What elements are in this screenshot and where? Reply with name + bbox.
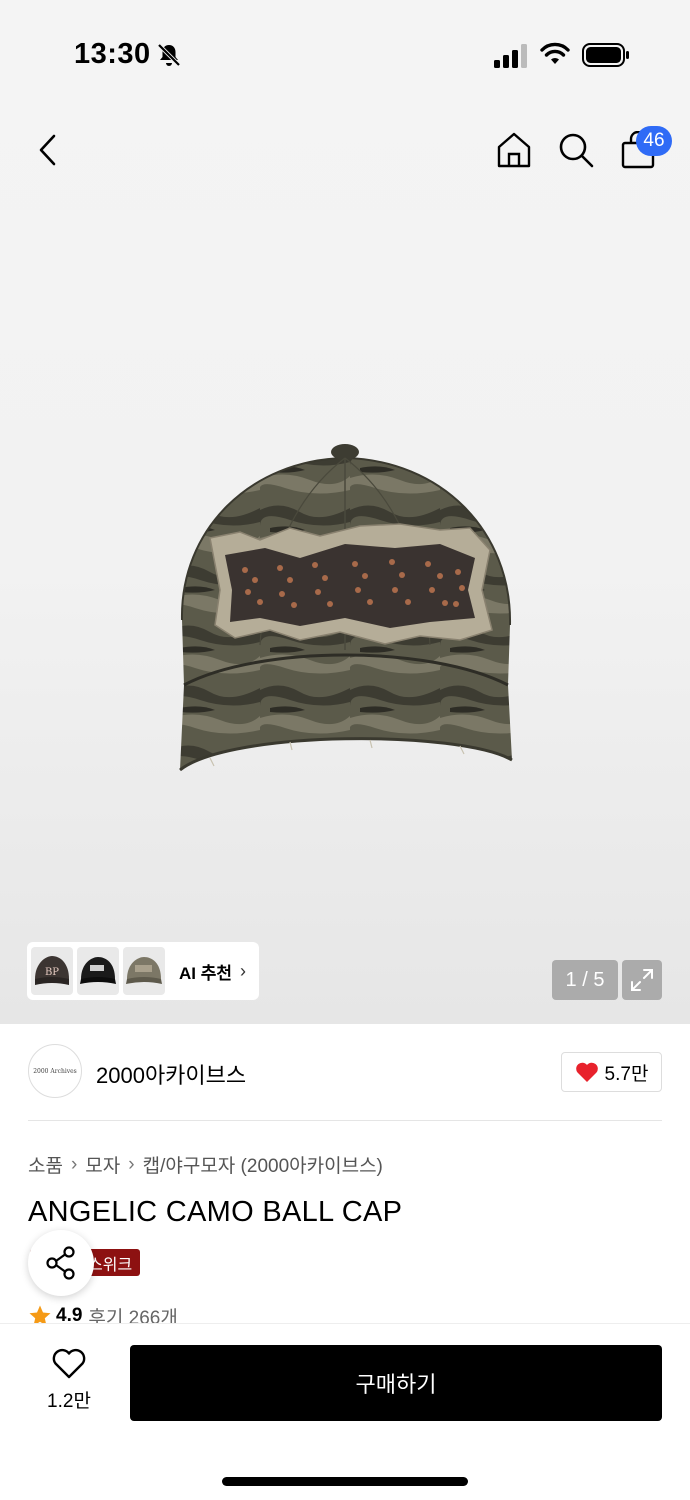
home-indicator	[222, 1477, 468, 1486]
heart-outline-icon	[52, 1348, 86, 1379]
expand-icon	[631, 969, 653, 991]
search-button[interactable]	[556, 130, 596, 170]
product-image[interactable]	[170, 440, 520, 785]
image-counter: 1 / 5	[552, 960, 618, 1000]
brand-name[interactable]: 2000아카이브스	[96, 1058, 246, 1090]
back-button[interactable]	[28, 130, 68, 170]
status-time: 13:30	[74, 38, 151, 70]
chevron-left-icon	[39, 134, 56, 166]
chevron-right-icon: ›	[70, 1153, 78, 1175]
home-button[interactable]	[494, 130, 534, 170]
divider	[28, 1120, 662, 1121]
signal-icon	[494, 44, 527, 68]
svg-text:BP: BP	[45, 967, 59, 978]
brand-like-button[interactable]: 5.7만	[561, 1052, 662, 1092]
breadcrumb: 소품 › 모자 › 캡/야구모자 (2000아카이브스)	[28, 1151, 383, 1178]
wishlist-count: 1.2만	[47, 1391, 91, 1412]
breadcrumb-item[interactable]: 모자	[85, 1151, 120, 1178]
wifi-icon	[540, 42, 570, 64]
fullscreen-button[interactable]	[622, 960, 662, 1000]
share-button[interactable]	[28, 1230, 94, 1296]
breadcrumb-item[interactable]: 소품	[28, 1151, 63, 1178]
recommend-thumbnail	[77, 947, 119, 995]
product-gallery[interactable]: 13:30 46 BP AI 추천 › 1 / 5	[0, 0, 690, 1024]
cart-count-badge: 46	[636, 126, 672, 156]
heart-filled-icon	[575, 1062, 598, 1082]
buy-button[interactable]: 구매하기	[130, 1345, 662, 1421]
wishlist-button[interactable]: 1.2만	[30, 1348, 108, 1418]
breadcrumb-item[interactable]: 캡/야구모자 (2000아카이브스)	[143, 1151, 383, 1178]
product-title: ANGELIC CAMO BALL CAP	[28, 1196, 403, 1228]
brand-logo[interactable]: 2000 Archives	[28, 1044, 82, 1098]
share-icon	[46, 1246, 75, 1280]
bell-off-icon	[157, 43, 181, 67]
recommend-thumbnail: BP	[31, 947, 73, 995]
recommend-thumbnail	[123, 947, 165, 995]
brand-like-count: 5.7만	[604, 1063, 649, 1085]
battery-icon	[582, 43, 629, 67]
ai-recommend-label: AI 추천	[179, 963, 233, 983]
home-icon	[497, 132, 531, 168]
search-icon	[559, 133, 594, 168]
chevron-right-icon: ›	[240, 960, 247, 981]
ai-recommend-button[interactable]: BP AI 추천 ›	[27, 942, 259, 1000]
chevron-right-icon: ›	[128, 1153, 135, 1175]
